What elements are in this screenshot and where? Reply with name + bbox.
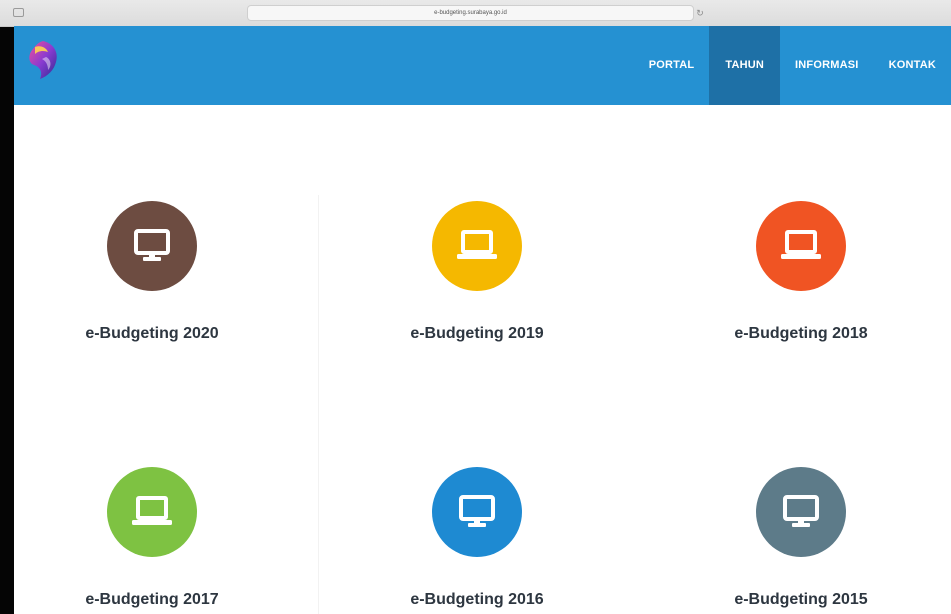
browser-toolbar: e-budgeting.surabaya.go.id ↻ <box>0 0 951 27</box>
card-ebudgeting-2017[interactable]: e-Budgeting 2017 <box>2 467 302 609</box>
card-ebudgeting-2019[interactable]: e-Budgeting 2019 <box>327 201 627 343</box>
column-divider <box>318 195 319 614</box>
card-icon-circle <box>756 467 846 557</box>
main-nav: PORTAL TAHUN INFORMASI KONTAK <box>634 26 951 105</box>
card-icon-circle <box>107 201 197 291</box>
laptop-icon <box>781 230 821 259</box>
card-ebudgeting-2020[interactable]: e-Budgeting 2020 <box>2 201 302 343</box>
card-title: e-Budgeting 2020 <box>85 325 219 342</box>
logo-icon <box>29 41 57 79</box>
card-title: e-Budgeting 2019 <box>410 325 544 342</box>
site-logo[interactable] <box>26 39 60 81</box>
card-icon-circle <box>432 467 522 557</box>
card-title: e-Budgeting 2015 <box>734 591 868 608</box>
nav-item-kontak[interactable]: KONTAK <box>874 26 951 105</box>
monitor-icon <box>134 229 170 261</box>
monitor-icon <box>459 495 495 527</box>
monitor-icon <box>783 495 819 527</box>
card-icon-circle <box>756 201 846 291</box>
reload-icon[interactable]: ↻ <box>694 7 706 19</box>
card-ebudgeting-2016[interactable]: e-Budgeting 2016 <box>327 467 627 609</box>
card-ebudgeting-2018[interactable]: e-Budgeting 2018 <box>651 201 951 343</box>
laptop-icon <box>132 496 172 525</box>
nav-item-informasi[interactable]: INFORMASI <box>780 26 874 105</box>
card-ebudgeting-2015[interactable]: e-Budgeting 2015 <box>651 467 951 609</box>
nav-item-tahun[interactable]: TAHUN <box>709 26 781 105</box>
laptop-icon <box>457 230 497 259</box>
card-icon-circle <box>107 467 197 557</box>
nav-item-portal[interactable]: PORTAL <box>634 26 710 105</box>
address-bar[interactable]: e-budgeting.surabaya.go.id <box>247 5 694 21</box>
site-header: PORTAL TAHUN INFORMASI KONTAK <box>14 26 951 105</box>
card-icon-circle <box>432 201 522 291</box>
card-title: e-Budgeting 2016 <box>410 591 544 608</box>
card-title: e-Budgeting 2018 <box>734 325 868 342</box>
sidebar-toggle-icon[interactable] <box>13 8 24 17</box>
card-title: e-Budgeting 2017 <box>85 591 219 608</box>
